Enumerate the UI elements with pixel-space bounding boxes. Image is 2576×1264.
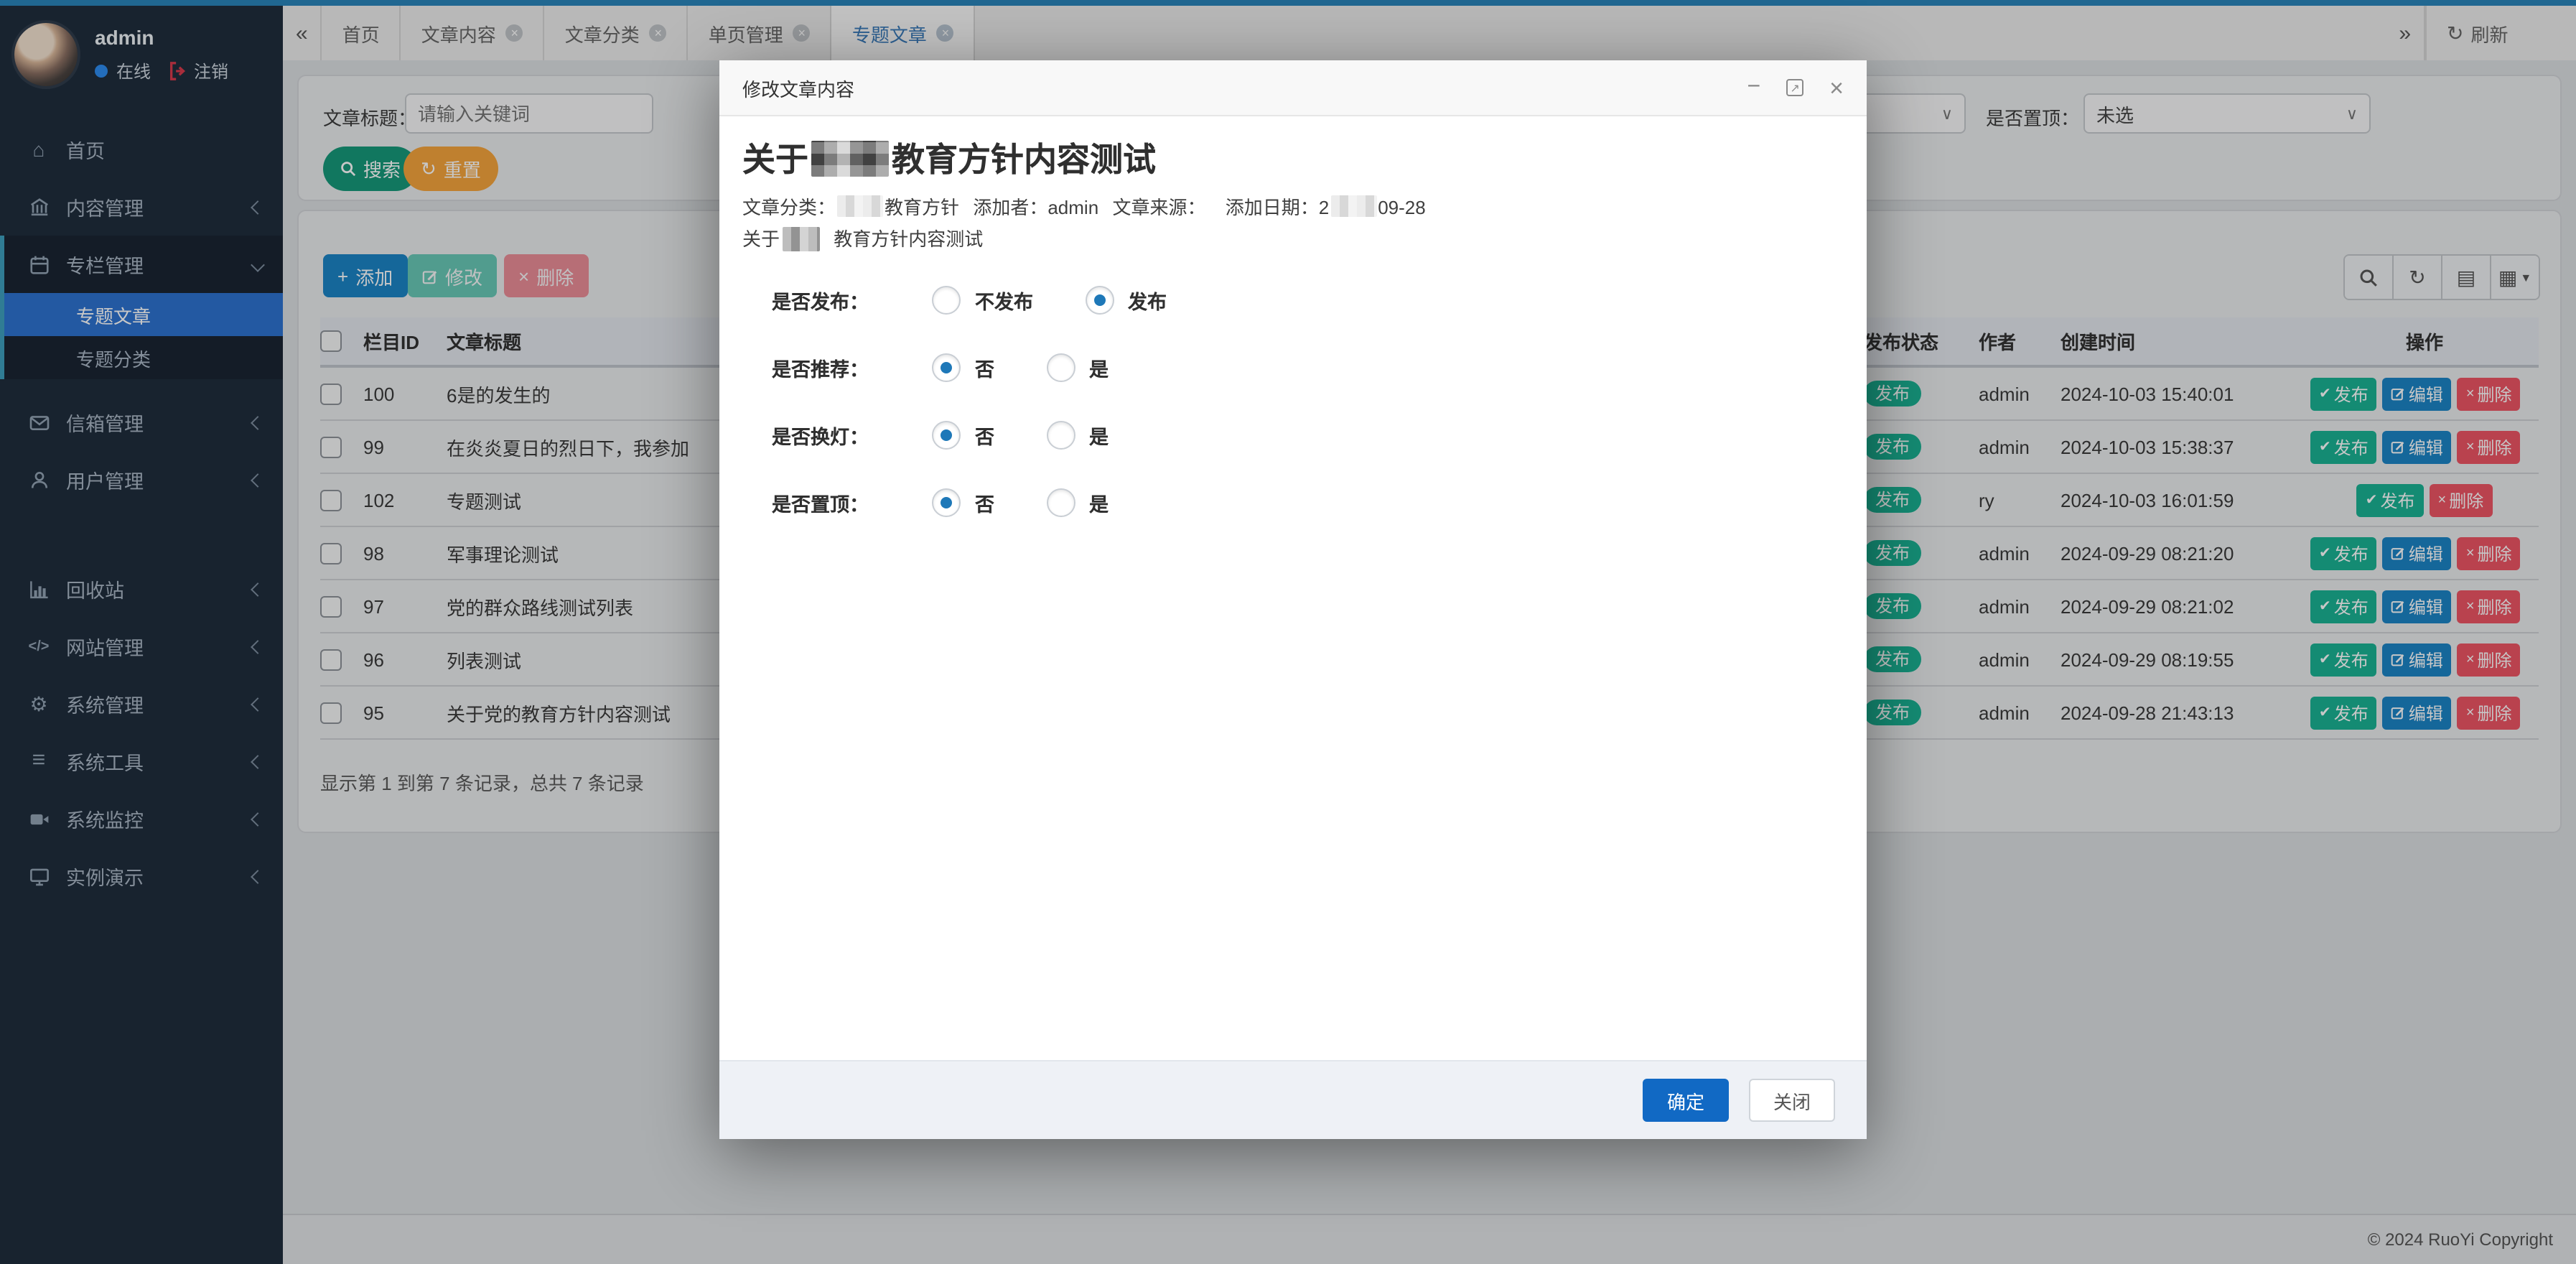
censored-region — [783, 227, 820, 251]
modal-title: 修改文章内容 — [742, 74, 854, 101]
modal-body: 关于教育方针内容测试 文章分类：教育方针 添加者：admin 文章来源： 添加日… — [719, 116, 1867, 1060]
recommend-radio-group: 是否推荐： 否 是 — [742, 348, 1841, 388]
censored-region — [837, 195, 883, 217]
radio-yes[interactable] — [1046, 488, 1075, 517]
radio-no[interactable] — [932, 421, 961, 450]
radio-yes[interactable] — [1046, 353, 1075, 382]
radio-no[interactable] — [932, 353, 961, 382]
close-button[interactable]: 关闭 — [1749, 1079, 1835, 1122]
modal-header[interactable]: 修改文章内容 − ↗ × — [719, 60, 1867, 116]
app-root: admin 在线 注销 ⌂ 首页 内容管理 — [0, 0, 2576, 1264]
edit-article-modal: 修改文章内容 − ↗ × 关于教育方针内容测试 文章分类：教育方针 添加者：ad… — [719, 60, 1867, 1139]
close-icon[interactable]: × — [1829, 75, 1844, 100]
radio-unpublish[interactable] — [932, 286, 961, 315]
pin-top-radio-group: 是否置顶： 否 是 — [742, 483, 1841, 523]
publish-radio-group: 是否发布： 不发布 发布 — [742, 280, 1841, 320]
confirm-button[interactable]: 确定 — [1643, 1079, 1729, 1122]
censored-region — [811, 141, 889, 177]
article-meta: 文章分类：教育方针 添加者：admin 文章来源： 添加日期：209-28 — [742, 194, 1841, 223]
modal-footer: 确定 关闭 — [719, 1060, 1867, 1139]
radio-no[interactable] — [932, 488, 961, 517]
minimize-icon[interactable]: − — [1747, 76, 1760, 99]
radio-groups: 是否发布： 不发布 发布 是否推荐： 否 是 是否换灯： — [742, 280, 1841, 523]
article-title: 关于教育方针内容测试 — [742, 136, 1841, 182]
radio-publish[interactable] — [1085, 286, 1114, 315]
censored-region — [1330, 195, 1376, 217]
article-summary-line: 关于 教育方针内容测试 — [742, 226, 1841, 254]
slide-radio-group: 是否换灯： 否 是 — [742, 415, 1841, 455]
maximize-icon[interactable]: ↗ — [1786, 79, 1803, 96]
radio-yes[interactable] — [1046, 421, 1075, 450]
